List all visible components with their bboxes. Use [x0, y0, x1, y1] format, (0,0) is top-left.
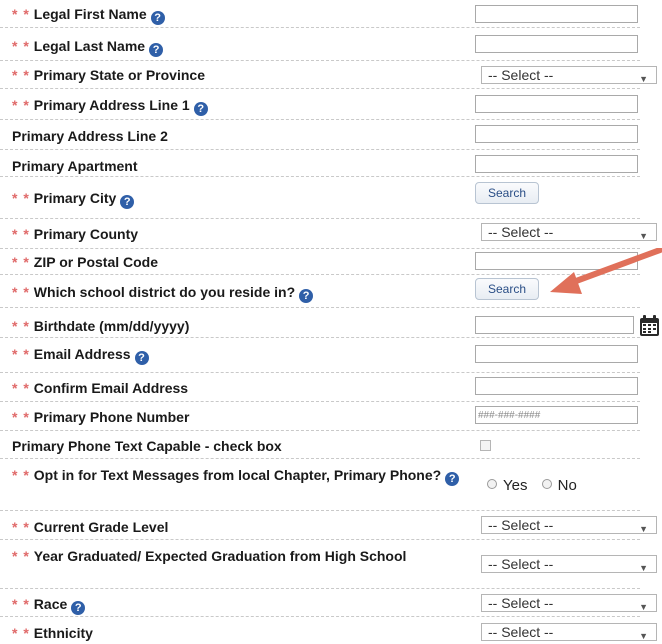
help-icon[interactable]: ? [120, 195, 135, 209]
required-marker: * * [12, 226, 30, 242]
state-select[interactable]: -- Select -- ▼ [481, 66, 657, 84]
state-label: * * Primary State or Province [12, 67, 205, 83]
row-city: * * Primary City? Search [0, 177, 640, 219]
row-address2: Primary Address Line 2 [0, 120, 640, 150]
race-select[interactable]: -- Select -- ▼ [481, 594, 657, 612]
required-marker: * * [12, 284, 30, 300]
required-marker: * * [12, 596, 30, 612]
graduated-select[interactable]: -- Select -- ▼ [481, 555, 657, 573]
opt-in-yes-label: Yes [503, 477, 528, 494]
opt-in-yes-radio[interactable] [487, 479, 497, 489]
phone-input[interactable] [475, 406, 638, 424]
help-icon[interactable]: ? [193, 102, 208, 116]
opt-in-no-radio[interactable] [541, 479, 552, 489]
email-input[interactable] [475, 345, 638, 363]
address1-label: * * Primary Address Line 1? [12, 97, 208, 116]
required-marker: * * [12, 467, 30, 483]
row-zip: * * ZIP or Postal Code [0, 249, 640, 275]
address1-input[interactable] [475, 95, 638, 113]
required-marker: * * [12, 548, 30, 564]
required-marker: * * [12, 97, 30, 113]
text-capable-checkbox[interactable] [480, 440, 491, 451]
row-email: * * Email Address? [0, 338, 640, 373]
row-text-capable: Primary Phone Text Capable - check box [0, 431, 640, 459]
row-state: * * Primary State or Province -- Select -… [0, 61, 657, 89]
calendar-icon[interactable] [639, 315, 660, 337]
row-opt-in: * * Opt in for Text Messages from local C… [0, 459, 640, 511]
help-icon[interactable]: ? [149, 43, 164, 57]
row-race: * * Race? -- Select -- ▼ [0, 589, 657, 617]
row-phone: * * Primary Phone Number [0, 402, 640, 431]
graduated-label: * * Year Graduated/ Expected Graduation f… [12, 548, 407, 564]
required-marker: * * [12, 380, 30, 396]
row-last-name: * * Legal Last Name? [0, 28, 640, 61]
grade-select[interactable]: -- Select -- ▼ [481, 516, 657, 534]
chevron-down-icon: ▼ [639, 231, 648, 241]
confirm-email-input[interactable] [475, 377, 638, 395]
last-name-label: * * Legal Last Name? [12, 38, 164, 57]
birthdate-input[interactable] [475, 316, 634, 334]
annotation-arrow-icon [550, 248, 662, 294]
required-marker: * * [12, 67, 30, 83]
row-apartment: Primary Apartment [0, 150, 640, 177]
chevron-down-icon: ▼ [639, 74, 648, 84]
required-marker: * * [12, 6, 30, 22]
row-school-district: * * Which school district do you reside i… [0, 275, 640, 308]
city-search-button[interactable]: Search [475, 182, 540, 204]
address2-label: Primary Address Line 2 [12, 128, 168, 144]
county-select[interactable]: -- Select -- ▼ [481, 223, 657, 241]
required-marker: * * [12, 318, 30, 334]
help-icon[interactable]: ? [71, 601, 86, 615]
required-marker: * * [12, 38, 30, 54]
opt-in-radio-group: Yes No [487, 477, 577, 494]
opt-in-label: * * Opt in for Text Messages from local C… [12, 467, 462, 486]
district-label: * * Which school district do you reside i… [12, 284, 314, 303]
last-name-input[interactable] [475, 35, 638, 53]
help-icon[interactable]: ? [134, 351, 149, 365]
row-county: * * Primary County -- Select -- ▼ [0, 219, 657, 249]
row-birthdate: * * Birthdate (mm/dd/yyyy) [0, 308, 640, 338]
chevron-down-icon: ▼ [639, 524, 648, 534]
address2-input[interactable] [475, 125, 638, 143]
required-marker: * * [12, 346, 30, 362]
required-marker: * * [12, 254, 30, 270]
phone-label: * * Primary Phone Number [12, 409, 190, 425]
ethnicity-select[interactable]: -- Select -- ▼ [481, 623, 657, 641]
help-icon[interactable]: ? [445, 472, 460, 486]
zip-label: * * ZIP or Postal Code [12, 254, 159, 270]
apartment-input[interactable] [475, 155, 638, 173]
required-marker: * * [12, 625, 30, 641]
chevron-down-icon: ▼ [639, 563, 648, 573]
row-confirm-email: * * Confirm Email Address [0, 373, 640, 402]
confirm-email-label: * * Confirm Email Address [12, 380, 189, 396]
row-address1: * * Primary Address Line 1? [0, 89, 640, 120]
city-label: * * Primary City? [12, 190, 135, 209]
birthdate-label: * * Birthdate (mm/dd/yyyy) [12, 318, 190, 334]
opt-in-no-label: No [557, 477, 577, 494]
row-graduated: * * Year Graduated/ Expected Graduation f… [0, 540, 657, 589]
help-icon[interactable]: ? [299, 289, 314, 303]
help-icon[interactable]: ? [150, 11, 165, 25]
required-marker: * * [12, 519, 30, 535]
county-label: * * Primary County [12, 226, 139, 242]
text-capable-label: Primary Phone Text Capable - check box [12, 438, 282, 454]
chevron-down-icon: ▼ [639, 602, 648, 612]
required-marker: * * [12, 409, 30, 425]
email-label: * * Email Address? [12, 346, 149, 365]
apartment-label: Primary Apartment [12, 158, 138, 174]
row-grade: * * Current Grade Level -- Select -- ▼ [0, 511, 657, 540]
first-name-input[interactable] [475, 5, 638, 23]
row-first-name: * * Legal First Name? [0, 3, 640, 28]
chevron-down-icon: ▼ [639, 631, 648, 641]
district-search-button[interactable]: Search [475, 278, 540, 300]
race-label: * * Race? [12, 596, 86, 615]
grade-label: * * Current Grade Level [12, 519, 169, 535]
ethnicity-label: * * Ethnicity [12, 625, 93, 641]
first-name-label: * * Legal First Name? [12, 6, 165, 25]
required-marker: * * [12, 190, 30, 206]
row-ethnicity: * * Ethnicity -- Select -- ▼ [0, 617, 657, 644]
